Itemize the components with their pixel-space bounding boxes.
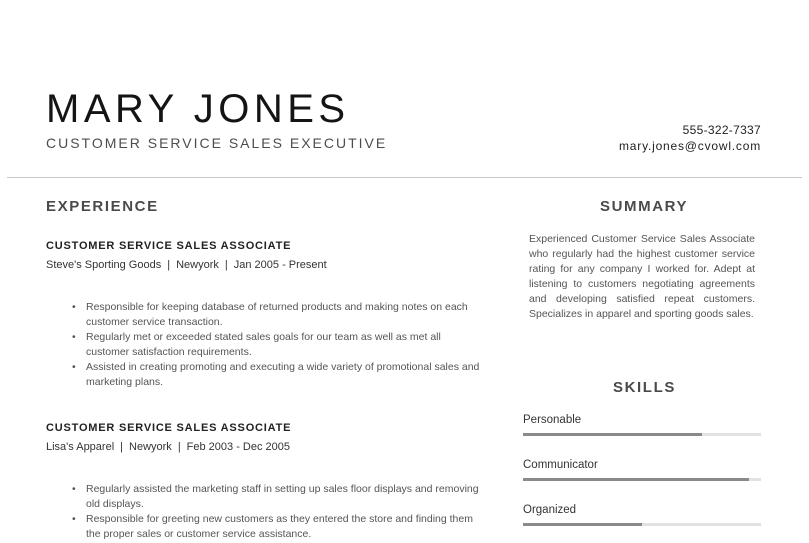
- skill-item: Organized: [523, 503, 761, 526]
- skill-item: Communicator: [523, 458, 761, 481]
- candidate-title: CUSTOMER SERVICE SALES EXECUTIVE: [46, 135, 388, 151]
- skill-label: Personable: [523, 414, 582, 426]
- contact-info: 555-322-7337 mary.jones@cvowl.com: [619, 122, 761, 154]
- job-entry: CUSTOMER SERVICE SALES ASSOCIATE Lisa's …: [46, 421, 486, 542]
- job-bullet: Regularly met or exceeded stated sales g…: [72, 330, 486, 360]
- job-location: Newyork: [176, 259, 219, 271]
- job-bullets: Responsible for keeping database of retu…: [72, 300, 486, 390]
- skills-heading: SKILLS: [613, 379, 676, 396]
- job-title: CUSTOMER SERVICE SALES ASSOCIATE: [46, 422, 292, 434]
- header-divider: [7, 177, 802, 178]
- job-bullet: Assisted in creating promoting and execu…: [72, 360, 486, 390]
- job-dates: Jan 2005 - Present: [233, 259, 327, 271]
- skill-bar-track: [523, 523, 761, 526]
- skill-bar-track: [523, 478, 761, 481]
- job-bullet: Responsible for greeting new customers a…: [72, 512, 486, 542]
- job-bullet: Responsible for keeping database of retu…: [72, 300, 486, 330]
- job-title: CUSTOMER SERVICE SALES ASSOCIATE: [46, 240, 292, 252]
- job-location: Newyork: [129, 441, 172, 453]
- job-company: Steve's Sporting Goods: [46, 259, 162, 271]
- skill-bar-fill: [523, 523, 642, 526]
- skill-item: Personable: [523, 413, 761, 436]
- phone-number: 555-322-7337: [682, 123, 761, 137]
- summary-heading: SUMMARY: [600, 198, 689, 215]
- skill-bar-fill: [523, 478, 750, 481]
- job-bullets: Regularly assisted the marketing staff i…: [72, 482, 486, 542]
- job-entry: CUSTOMER SERVICE SALES ASSOCIATE Steve's…: [46, 239, 486, 390]
- email-address: mary.jones@cvowl.com: [619, 139, 761, 153]
- candidate-name: MARY JONES: [46, 87, 350, 131]
- job-meta: Lisa's Apparel | Newyork | Feb 2003 - Dec 20…: [46, 441, 291, 453]
- job-bullet: Regularly assisted the marketing staff i…: [72, 482, 486, 512]
- summary-text: Experienced Customer Service Sales Assoc…: [529, 233, 755, 320]
- skill-label: Communicator: [523, 459, 598, 471]
- experience-heading: EXPERIENCE: [46, 198, 159, 215]
- job-meta: Steve's Sporting Goods | Newyork | Jan 2005 …: [46, 259, 327, 271]
- job-dates: Feb 2003 - Dec 2005: [186, 441, 291, 453]
- job-company: Lisa's Apparel: [46, 441, 115, 453]
- skill-bar-fill: [523, 433, 702, 436]
- skill-bar-track: [523, 433, 761, 436]
- skill-label: Organized: [523, 504, 577, 516]
